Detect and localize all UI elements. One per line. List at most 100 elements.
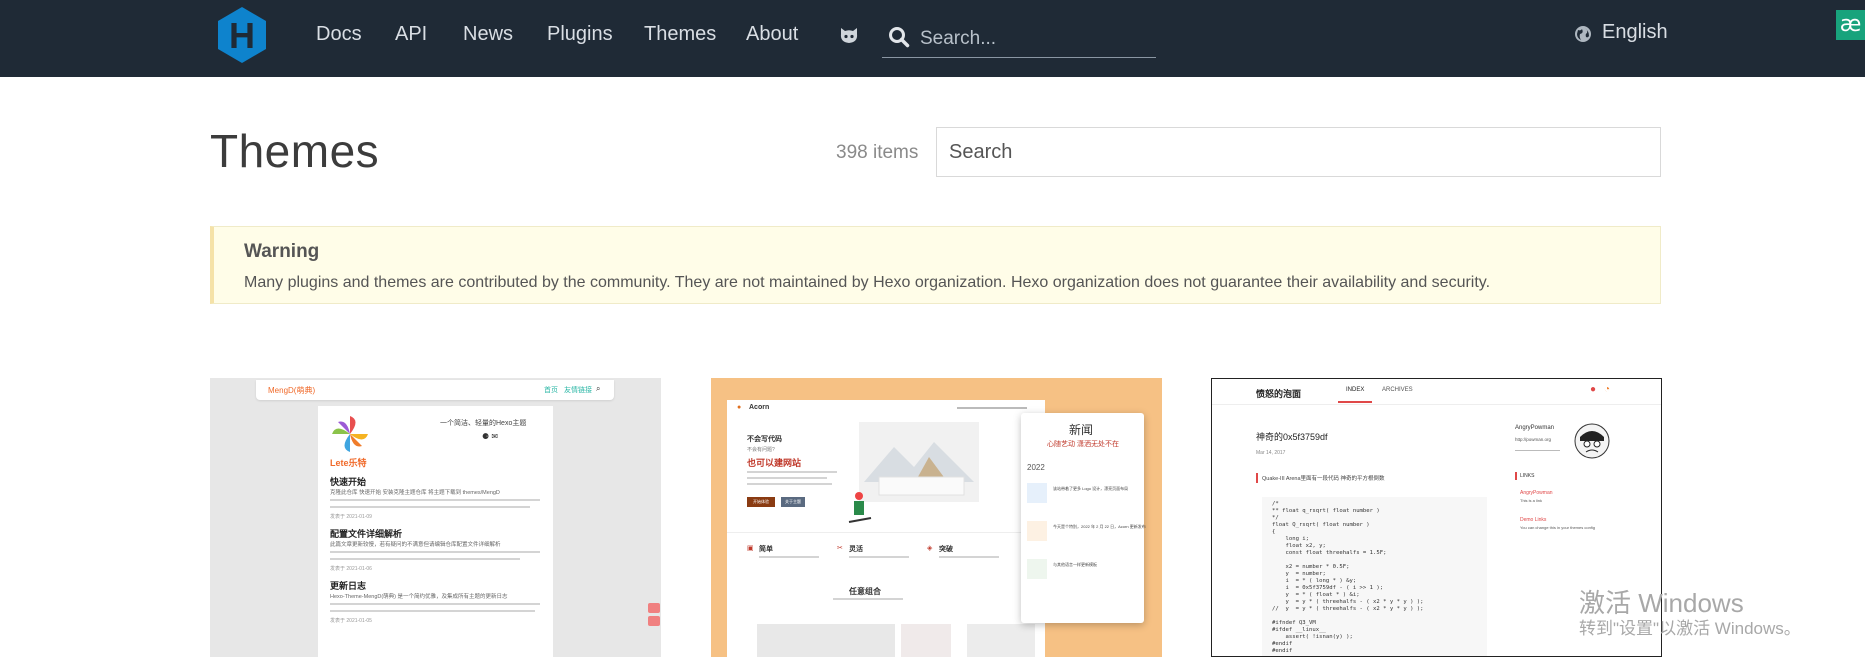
preview-btn-start: 开始体验 — [747, 497, 775, 507]
preview-brand: MengD(萌典) — [268, 386, 316, 395]
extension-icon[interactable]: æ — [1836, 10, 1865, 40]
globe-icon — [1575, 26, 1591, 42]
feature-icon: ◈ — [927, 545, 933, 552]
preview-post-title: 配置文件详细解析 — [330, 529, 403, 539]
preview-post-date: 发表于 2021-01-09 — [330, 514, 372, 520]
theme-search-input[interactable] — [936, 127, 1661, 177]
preview-text-line — [759, 556, 819, 558]
preview-hero-big: 也可以建网站 — [747, 458, 802, 468]
language-label: English — [1602, 21, 1668, 43]
scroll-down-icon — [648, 616, 660, 626]
warning-text: Many plugins and themes are contributed … — [244, 274, 1491, 291]
preview-nav-line — [957, 407, 1027, 409]
preview-nav-home: 首页 — [544, 387, 558, 394]
nav-about[interactable]: About — [746, 21, 798, 47]
preview-divider — [1212, 404, 1661, 405]
preview-blog-title: 愤怒的泡面 — [1256, 389, 1302, 399]
preview-quote: Quake-III Arena里面有一段代码 神奇的平方根倒数 — [1262, 476, 1385, 482]
preview-text-line — [330, 506, 530, 508]
rss-icon: ◔ — [1604, 384, 1611, 395]
avatar — [1574, 423, 1610, 459]
theme-card-acorn[interactable]: ● Acorn 不会写代码 不会有问题? 也可以建网站 开始体验 关于主题 ▣ … — [711, 378, 1162, 657]
news-title: 新闻 — [1069, 423, 1094, 437]
preview-text-line — [747, 477, 827, 479]
preview-nav-underline — [1338, 401, 1372, 403]
pinwheel-icon — [332, 416, 368, 452]
preview-text-line — [1515, 450, 1560, 451]
preview-links-heading: LINKS — [1520, 473, 1535, 479]
github-icon[interactable] — [838, 24, 860, 46]
preview-text-line — [849, 556, 909, 558]
preview-brand: Acorn — [749, 404, 770, 411]
hero-illustration-icon — [859, 422, 979, 502]
preview-btn-about: 关于主题 — [781, 497, 805, 507]
preview-hero-small: 不会写代码 — [747, 436, 782, 443]
preview-quote-bar — [1256, 473, 1258, 483]
feature-icon: ▣ — [747, 545, 754, 552]
preview-text-line — [330, 603, 540, 605]
preview-text-line — [747, 471, 837, 473]
preview-feature: 简单 — [759, 546, 773, 553]
acorn-logo-icon: ● — [737, 404, 742, 411]
skier-illustration-icon — [848, 492, 872, 523]
preview-feature: 灵活 — [849, 546, 863, 553]
news-year: 2022 — [1027, 463, 1045, 472]
preview-text-line — [939, 556, 999, 558]
preview-link-desc: This is a link — [1520, 498, 1543, 503]
preview-post-text: 克隆此仓库 快速开始 安装克隆主题仓库 将主题下载到 themes/MengD — [330, 490, 500, 496]
nav-plugins[interactable]: Plugins — [547, 21, 613, 47]
preview-page: ● Acorn 不会写代码 不会有问题? 也可以建网站 开始体验 关于主题 ▣ … — [727, 400, 1045, 657]
hexo-logo-icon[interactable]: H — [215, 5, 269, 65]
preview-logo-text: Lete乐特 — [330, 458, 367, 468]
warning-box: Warning Many plugins and themes are cont… — [210, 226, 1661, 304]
preview-text-line — [330, 551, 540, 553]
preview-content: 一个简洁、轻量的Hexo主题 ⚈ ✉ Lete乐特 快速开始 克隆此仓库 快速开… — [318, 406, 553, 657]
preview-github-icon: ⚈ ✉ — [482, 432, 499, 441]
preview-link-desc: You can change this in your themes confi… — [1520, 525, 1596, 530]
preview-post-date: 发表于 2021-01-06 — [330, 566, 372, 572]
github-icon: ● — [1590, 384, 1597, 395]
nav-api[interactable]: API — [395, 21, 427, 47]
svg-text:H: H — [229, 15, 255, 56]
preview-code-block: /* ** float q_rsqrt( float number ) */ f… — [1262, 497, 1487, 656]
news-thumb — [1027, 521, 1047, 541]
search-icon — [889, 27, 910, 48]
page-title: Themes — [210, 125, 380, 177]
news-item: 该站带着了更多 Logo 设计，漂亮页面布局 — [1053, 486, 1129, 491]
item-count: 398 items — [836, 142, 919, 163]
news-thumb — [1027, 483, 1047, 503]
preview-link: Demo Links — [1520, 517, 1547, 523]
preview-nav-index: INDEX — [1346, 387, 1365, 393]
preview-text-line — [330, 610, 535, 612]
news-item: 与其他语言一样更新模板 — [1053, 562, 1097, 567]
nav-themes[interactable]: Themes — [644, 21, 716, 47]
preview-tagline: 一个简洁、轻量的Hexo主题 — [440, 420, 527, 427]
theme-card-mengd[interactable]: MengD(萌典) 首页 友情链接 ⌕ 一个简洁、轻量的Hexo主题 ⚈ ✉ L… — [210, 378, 661, 657]
preview-post-title: 快速开始 — [330, 477, 367, 487]
preview-nav-archives: ARCHIVES — [1382, 387, 1413, 393]
preview-text-line — [330, 558, 520, 560]
preview-text-line — [833, 598, 903, 600]
preview-divider — [727, 532, 1045, 533]
preview-post-title: 神奇的0x5f3759df — [1256, 432, 1328, 442]
warning-title: Warning — [244, 241, 320, 262]
preview-author-url: http://powman.org — [1515, 437, 1552, 442]
preview-search-icon: ⌕ — [596, 384, 601, 393]
news-item: 今天是个特别，2022 年 2 月 22 日，Acorn 更新发布 — [1053, 524, 1146, 529]
header-search — [882, 20, 1156, 58]
header-search-input[interactable] — [920, 25, 1150, 53]
preview-section-title: 任意组合 — [849, 587, 881, 596]
nav-docs[interactable]: Docs — [316, 21, 362, 47]
preview-post-title: 更新日志 — [330, 581, 367, 591]
preview-photo — [967, 624, 1035, 657]
preview-post-date: 发表于 2021-01-05 — [330, 618, 372, 624]
preview-link: AngryPowman — [1520, 490, 1553, 496]
preview-post-date: Mar 14, 2017 — [1256, 450, 1286, 456]
news-subtitle: 心随艺动 潇洒无处不在 — [1047, 441, 1119, 448]
preview-post-text: Hexo-Theme-MengD(萌典) 是一个简约优雅，及集成所有主题的更新日… — [330, 594, 508, 600]
nav-news[interactable]: News — [463, 21, 513, 47]
preview-photo — [901, 624, 951, 657]
preview-news-panel: 新闻 心随艺动 潇洒无处不在 2022 该站带着了更多 Logo 设计，漂亮页面… — [1021, 413, 1146, 623]
preview-author: AngryPowman — [1515, 425, 1555, 431]
preview-photo — [757, 624, 895, 657]
